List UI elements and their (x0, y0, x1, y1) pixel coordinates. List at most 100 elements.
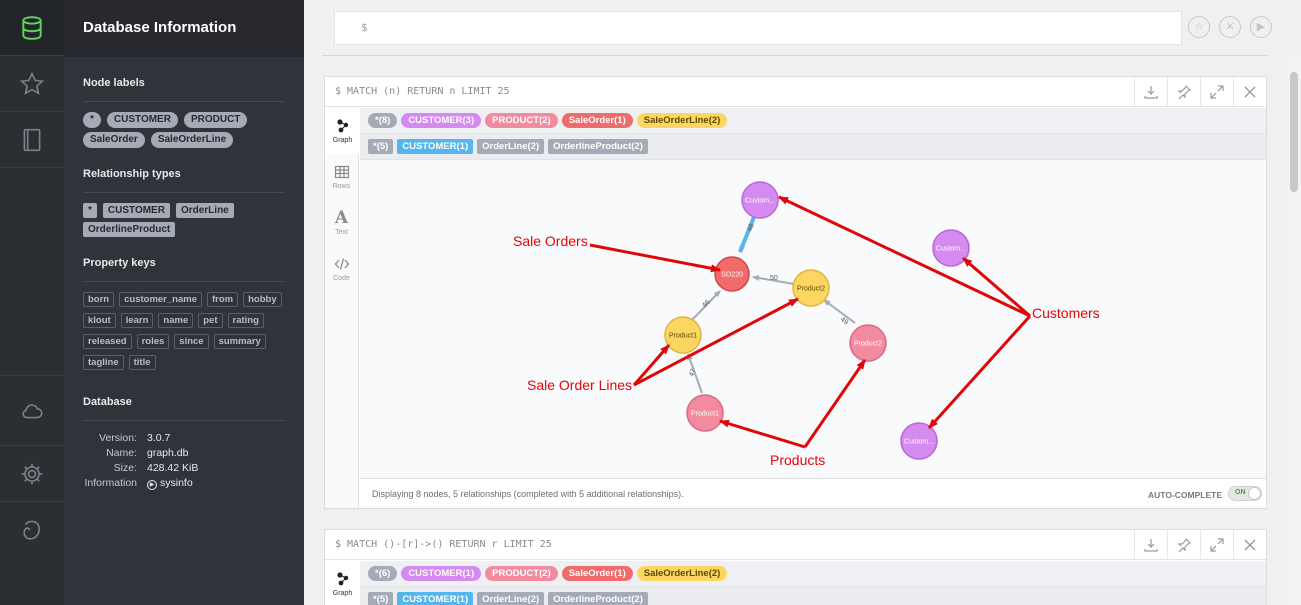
editor-prompt: $ (361, 21, 368, 34)
graph-edge-label: 50 (770, 275, 778, 282)
legend-label-product[interactable]: PRODUCT(2) (485, 566, 558, 581)
favorites-nav-button[interactable] (0, 56, 64, 112)
property-key[interactable]: title (128, 355, 156, 370)
database-nav-button[interactable] (0, 0, 64, 56)
legend-label-saleorder[interactable]: SaleOrder(1) (561, 113, 633, 128)
legend-rel-orderlineproduct[interactable]: OrderlineProduct(2) (548, 139, 648, 154)
autocomplete-toggle[interactable]: ON (1228, 486, 1262, 501)
property-key[interactable]: from (206, 292, 239, 307)
query-editor[interactable]: $ (334, 11, 1182, 45)
property-key[interactable]: pet (198, 313, 223, 328)
property-key[interactable]: name (158, 313, 194, 328)
legend-label-all[interactable]: *(6) (368, 566, 398, 581)
legend-label-customer[interactable]: CUSTOMER(3) (401, 113, 482, 128)
property-key[interactable]: customer_name (119, 292, 202, 307)
node-labels-legend: *(6) CUSTOMER(1) PRODUCT(2) SaleOrder(1)… (360, 561, 1266, 587)
relationship-types-list: * CUSTOMER OrderLine OrderlineProduct (83, 203, 285, 237)
legend-label-saleorderline[interactable]: SaleOrderLine(2) (636, 113, 728, 128)
sysinfo-text: sysinfo (160, 477, 193, 489)
sysinfo-link[interactable]: ▶ sysinfo (147, 476, 193, 491)
play-icon: ▶ (1256, 20, 1266, 33)
status-text: Displaying 8 nodes, 5 relationships (com… (372, 489, 684, 499)
book-icon (23, 128, 41, 151)
tab-rows[interactable]: Rows (325, 154, 358, 200)
page-scrollbar[interactable] (1287, 56, 1301, 605)
tab-code[interactable]: Code (325, 246, 358, 292)
node-label-all[interactable]: * (83, 112, 101, 128)
property-key[interactable]: roles (136, 334, 170, 349)
legend-label-saleorder[interactable]: SaleOrder(1) (561, 566, 633, 581)
drawer-title: Database Information (64, 0, 304, 57)
size-value: 428.42 KiB (147, 462, 199, 474)
database-icon (22, 15, 42, 40)
legend-rel-customer[interactable]: CUSTOMER(1) (397, 139, 474, 154)
toggle-knob (1248, 487, 1261, 500)
property-key[interactable]: hobby (243, 292, 282, 307)
cloud-icon (22, 403, 43, 418)
favorite-query-button[interactable]: ☆ (1188, 16, 1210, 38)
tab-graph[interactable]: Graph (325, 108, 360, 154)
pin-button[interactable] (1167, 77, 1200, 107)
property-key[interactable]: since (174, 334, 209, 349)
property-key[interactable]: learn (120, 313, 154, 328)
rel-type-all[interactable]: * (83, 203, 97, 218)
legend-rel-customer[interactable]: CUSTOMER(1) (397, 592, 474, 605)
legend-rel-orderline[interactable]: OrderLine(2) (477, 139, 545, 154)
legend-rel-all[interactable]: *(5) (368, 139, 394, 154)
tab-rows-label: Rows (332, 183, 351, 190)
expand-button[interactable] (1200, 530, 1233, 560)
property-keys-list: born customer_name from hobby klout lear… (83, 292, 285, 370)
legend-rel-orderlineproduct[interactable]: OrderlineProduct(2) (548, 592, 648, 605)
graph-node-label: Product2 (854, 341, 882, 348)
legend-rel-orderline[interactable]: OrderLine(2) (477, 592, 545, 605)
node-label-saleorder[interactable]: SaleOrder (83, 132, 145, 148)
legend-label-product[interactable]: PRODUCT(2) (485, 113, 558, 128)
legend-label-saleorderline[interactable]: SaleOrderLine(2) (636, 566, 728, 581)
frame-query-text[interactable]: $ MATCH (n) RETURN n LIMIT 25 (335, 86, 510, 97)
node-label-product[interactable]: PRODUCT (183, 112, 248, 128)
play-circle-icon: ▶ (147, 480, 157, 490)
star-icon: ☆ (1194, 20, 1204, 33)
legend-label-customer[interactable]: CUSTOMER(1) (401, 566, 482, 581)
size-label: Size: (113, 462, 137, 474)
frame-header: $ MATCH ()-[r]->() RETURN r LIMIT 25 (325, 530, 1266, 560)
graph-node-label: Custom... (745, 198, 775, 205)
tab-graph[interactable]: Graph (325, 561, 360, 605)
legend-rel-all[interactable]: *(5) (368, 592, 394, 605)
about-nav-button[interactable] (0, 502, 64, 558)
documents-nav-button[interactable] (0, 112, 64, 168)
graph-edge[interactable] (738, 216, 756, 253)
version-label: Version: (99, 432, 137, 444)
settings-nav-button[interactable] (0, 446, 64, 502)
node-label-customer[interactable]: CUSTOMER (106, 112, 178, 128)
annotation-sale-orders: Sale Orders (513, 233, 588, 249)
tab-text[interactable]: A Text (325, 200, 358, 246)
property-key[interactable]: rating (227, 313, 264, 328)
rel-type-orderline[interactable]: OrderLine (175, 203, 234, 218)
clear-query-button[interactable]: ✕ (1219, 16, 1241, 38)
frame-query-text[interactable]: $ MATCH ()-[r]->() RETURN r LIMIT 25 (335, 539, 552, 550)
graph-canvas[interactable]: 48 50 46 49 47 Custom... Custom... Custo… (360, 160, 1266, 480)
expand-button[interactable] (1200, 77, 1233, 107)
rel-type-orderlineproduct[interactable]: OrderlineProduct (83, 222, 176, 237)
download-button[interactable] (1134, 530, 1167, 560)
property-key[interactable]: tagline (83, 355, 124, 370)
code-icon (334, 258, 349, 270)
close-frame-button[interactable] (1233, 530, 1266, 560)
property-key[interactable]: klout (83, 313, 116, 328)
rel-type-customer[interactable]: CUSTOMER (102, 203, 170, 218)
cloud-nav-button[interactable] (0, 376, 64, 446)
node-label-saleorderline[interactable]: SaleOrderLine (150, 132, 234, 148)
property-key[interactable]: born (83, 292, 115, 307)
property-key[interactable]: summary (213, 334, 266, 349)
legend-label-all[interactable]: *(8) (368, 113, 398, 128)
run-query-button[interactable]: ▶ (1250, 16, 1272, 38)
property-key[interactable]: released (83, 334, 132, 349)
annotation-products: Products (770, 452, 825, 468)
download-button[interactable] (1134, 77, 1167, 107)
close-frame-button[interactable] (1233, 77, 1266, 107)
scrollbar-thumb[interactable] (1290, 72, 1298, 192)
gear-icon (21, 463, 43, 484)
expand-icon (1210, 85, 1224, 99)
pin-button[interactable] (1167, 530, 1200, 560)
